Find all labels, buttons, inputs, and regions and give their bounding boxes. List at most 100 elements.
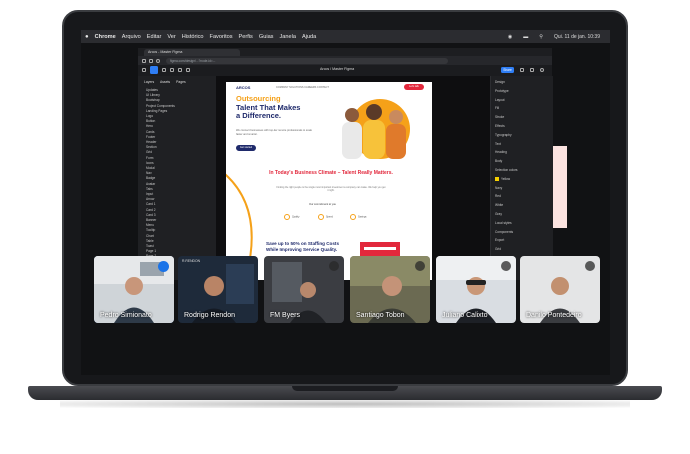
layer-item[interactable]: Bootstrap bbox=[146, 98, 160, 102]
layer-item[interactable]: UI Library bbox=[146, 93, 160, 97]
shape-tool-icon[interactable] bbox=[170, 68, 174, 72]
tab-pages[interactable]: Pages bbox=[176, 80, 186, 84]
layer-item[interactable]: Form bbox=[146, 156, 153, 160]
layer-item[interactable]: Banner bbox=[146, 218, 156, 222]
menu-favoritos[interactable]: Favoritos bbox=[210, 34, 233, 40]
design-panel-row[interactable]: Grid bbox=[495, 247, 501, 251]
design-panel-row[interactable]: Prototype bbox=[495, 89, 509, 93]
participant-tile[interactable]: Pedro Simionato bbox=[94, 256, 174, 323]
menu-icon[interactable] bbox=[142, 68, 146, 72]
menu-chrome[interactable]: Chrome bbox=[95, 34, 116, 40]
tab-assets[interactable]: Assets bbox=[160, 80, 170, 84]
canvas[interactable]: ARCOS COMPANY SOLUTIONS CAREERS CONTACT … bbox=[216, 76, 567, 280]
layer-item[interactable]: Card 2 bbox=[146, 208, 156, 212]
layer-item[interactable]: Toast bbox=[146, 244, 154, 248]
layer-item[interactable]: Cards bbox=[146, 130, 155, 134]
menu-ver[interactable]: Ver bbox=[167, 34, 175, 40]
design-panel-row[interactable]: Effects bbox=[495, 124, 505, 128]
apple-icon[interactable]: ● bbox=[85, 34, 89, 40]
design-panel-row[interactable]: White bbox=[495, 203, 503, 207]
layer-item[interactable]: Card 1 bbox=[146, 202, 156, 206]
clock[interactable]: Qui. 11 de jan. 10:39 bbox=[554, 34, 600, 40]
layer-item[interactable]: Page 1 bbox=[146, 249, 156, 253]
layer-item[interactable]: Logo bbox=[146, 114, 153, 118]
layer-item[interactable]: Tabs bbox=[146, 187, 153, 191]
design-panel-row[interactable]: Stroke bbox=[495, 115, 504, 119]
browser-tab[interactable]: Arcos - Master Figma bbox=[144, 49, 240, 56]
layer-item[interactable]: Hero bbox=[146, 124, 153, 128]
hero-people-image bbox=[342, 99, 410, 159]
design-panel-row[interactable]: Gray bbox=[495, 212, 502, 216]
design-panel-row[interactable]: Body bbox=[495, 159, 502, 163]
zoom-icon[interactable] bbox=[530, 68, 534, 72]
design-panel-row[interactable]: Typography bbox=[495, 133, 512, 137]
play-icon[interactable] bbox=[520, 68, 524, 72]
layer-item[interactable]: Chart bbox=[146, 234, 154, 238]
participant-tile[interactable]: Juliano Calixto bbox=[436, 256, 516, 323]
menu-editar[interactable]: Editar bbox=[147, 34, 162, 40]
menu-arquivo[interactable]: Arquivo bbox=[122, 34, 141, 40]
layer-item[interactable]: Badge bbox=[146, 176, 155, 180]
participant-tile[interactable]: R.RENDON Rodrigo Rendon bbox=[178, 256, 258, 323]
menu-ajuda[interactable]: Ajuda bbox=[302, 34, 316, 40]
design-panel-row[interactable]: Design bbox=[495, 80, 505, 84]
design-panel-row-label: Text bbox=[495, 141, 501, 146]
move-tool-icon[interactable] bbox=[150, 66, 158, 74]
design-panel-row[interactable]: Export bbox=[495, 238, 504, 242]
design-panel-row[interactable]: Navy bbox=[495, 186, 502, 190]
layer-item[interactable]: Button bbox=[146, 119, 155, 123]
design-panel-row[interactable]: Yellow bbox=[495, 177, 510, 181]
layer-item[interactable]: Modal bbox=[146, 166, 155, 170]
layer-item[interactable]: Tooltip bbox=[146, 228, 155, 232]
reload-icon[interactable] bbox=[156, 58, 160, 63]
layer-item[interactable]: Avatar bbox=[146, 182, 155, 186]
layer-item[interactable]: Menu bbox=[146, 223, 154, 227]
wifi-icon[interactable]: ◉ bbox=[508, 34, 512, 40]
landing-page-frame[interactable]: ARCOS COMPANY SOLUTIONS CAREERS CONTACT … bbox=[226, 82, 432, 280]
design-panel-row[interactable]: Selection colors bbox=[495, 168, 518, 172]
design-panel-row[interactable]: Components bbox=[495, 230, 513, 234]
layer-item[interactable]: Table bbox=[146, 239, 154, 243]
menu-historico[interactable]: Histórico bbox=[182, 34, 204, 40]
layer-item[interactable]: Icons bbox=[146, 161, 154, 165]
layer-item[interactable]: Input bbox=[146, 192, 153, 196]
layer-item[interactable]: Updates bbox=[146, 88, 158, 92]
menu-janela[interactable]: Janela bbox=[279, 34, 295, 40]
share-button[interactable]: Share bbox=[501, 67, 514, 73]
design-panel-row-label: Selection colors bbox=[495, 168, 518, 172]
menu-perfis[interactable]: Perfis bbox=[239, 34, 253, 40]
layer-item[interactable]: Card 3 bbox=[146, 213, 156, 217]
forward-icon[interactable] bbox=[149, 58, 153, 63]
menu-guias[interactable]: Guias bbox=[259, 34, 274, 40]
layer-item[interactable]: Section bbox=[146, 145, 157, 149]
layer-item[interactable]: Header bbox=[146, 140, 156, 144]
layer-item[interactable]: Nav bbox=[146, 171, 152, 175]
battery-icon[interactable]: ▬ bbox=[523, 34, 528, 40]
file-title[interactable]: Arcos / Master Figma bbox=[320, 67, 354, 71]
address-bar[interactable]: figma.com/design/...?node-id=... bbox=[166, 57, 448, 64]
design-panel-row[interactable]: Fill bbox=[495, 106, 499, 110]
tab-layers[interactable]: Layers bbox=[144, 80, 154, 84]
design-panel-row[interactable]: Heading bbox=[495, 150, 507, 154]
layer-item[interactable]: Project Components bbox=[146, 104, 175, 108]
layer-item[interactable]: Footer bbox=[146, 135, 155, 139]
design-panel-row[interactable]: Local styles bbox=[495, 221, 512, 225]
layer-item[interactable]: Grid bbox=[146, 150, 152, 154]
video-call-strip: Pedro Simionato R.RENDON Rodrigo Rendon … bbox=[14, 256, 600, 326]
design-panel-row[interactable]: Text bbox=[495, 142, 501, 146]
frame-tool-icon[interactable] bbox=[162, 68, 166, 72]
design-panel-row[interactable]: Red bbox=[495, 194, 501, 198]
participant-tile[interactable]: Santiago Tobon bbox=[350, 256, 430, 323]
color-swatch[interactable] bbox=[495, 176, 499, 181]
layer-item[interactable]: Landing Pages bbox=[146, 109, 167, 113]
design-panel-row-label: Fill bbox=[495, 106, 500, 111]
text-tool-icon[interactable] bbox=[186, 68, 190, 72]
avatar-icon[interactable] bbox=[540, 68, 544, 72]
design-panel-row[interactable]: Layout bbox=[495, 98, 505, 102]
search-icon[interactable]: ⚲ bbox=[539, 34, 543, 40]
participant-tile[interactable]: Danilo Pontedeiro bbox=[520, 256, 600, 323]
pen-tool-icon[interactable] bbox=[178, 68, 182, 72]
participant-tile[interactable]: FM Byers bbox=[264, 256, 344, 323]
back-icon[interactable] bbox=[142, 58, 146, 63]
layer-item[interactable]: Arrow bbox=[146, 197, 154, 201]
